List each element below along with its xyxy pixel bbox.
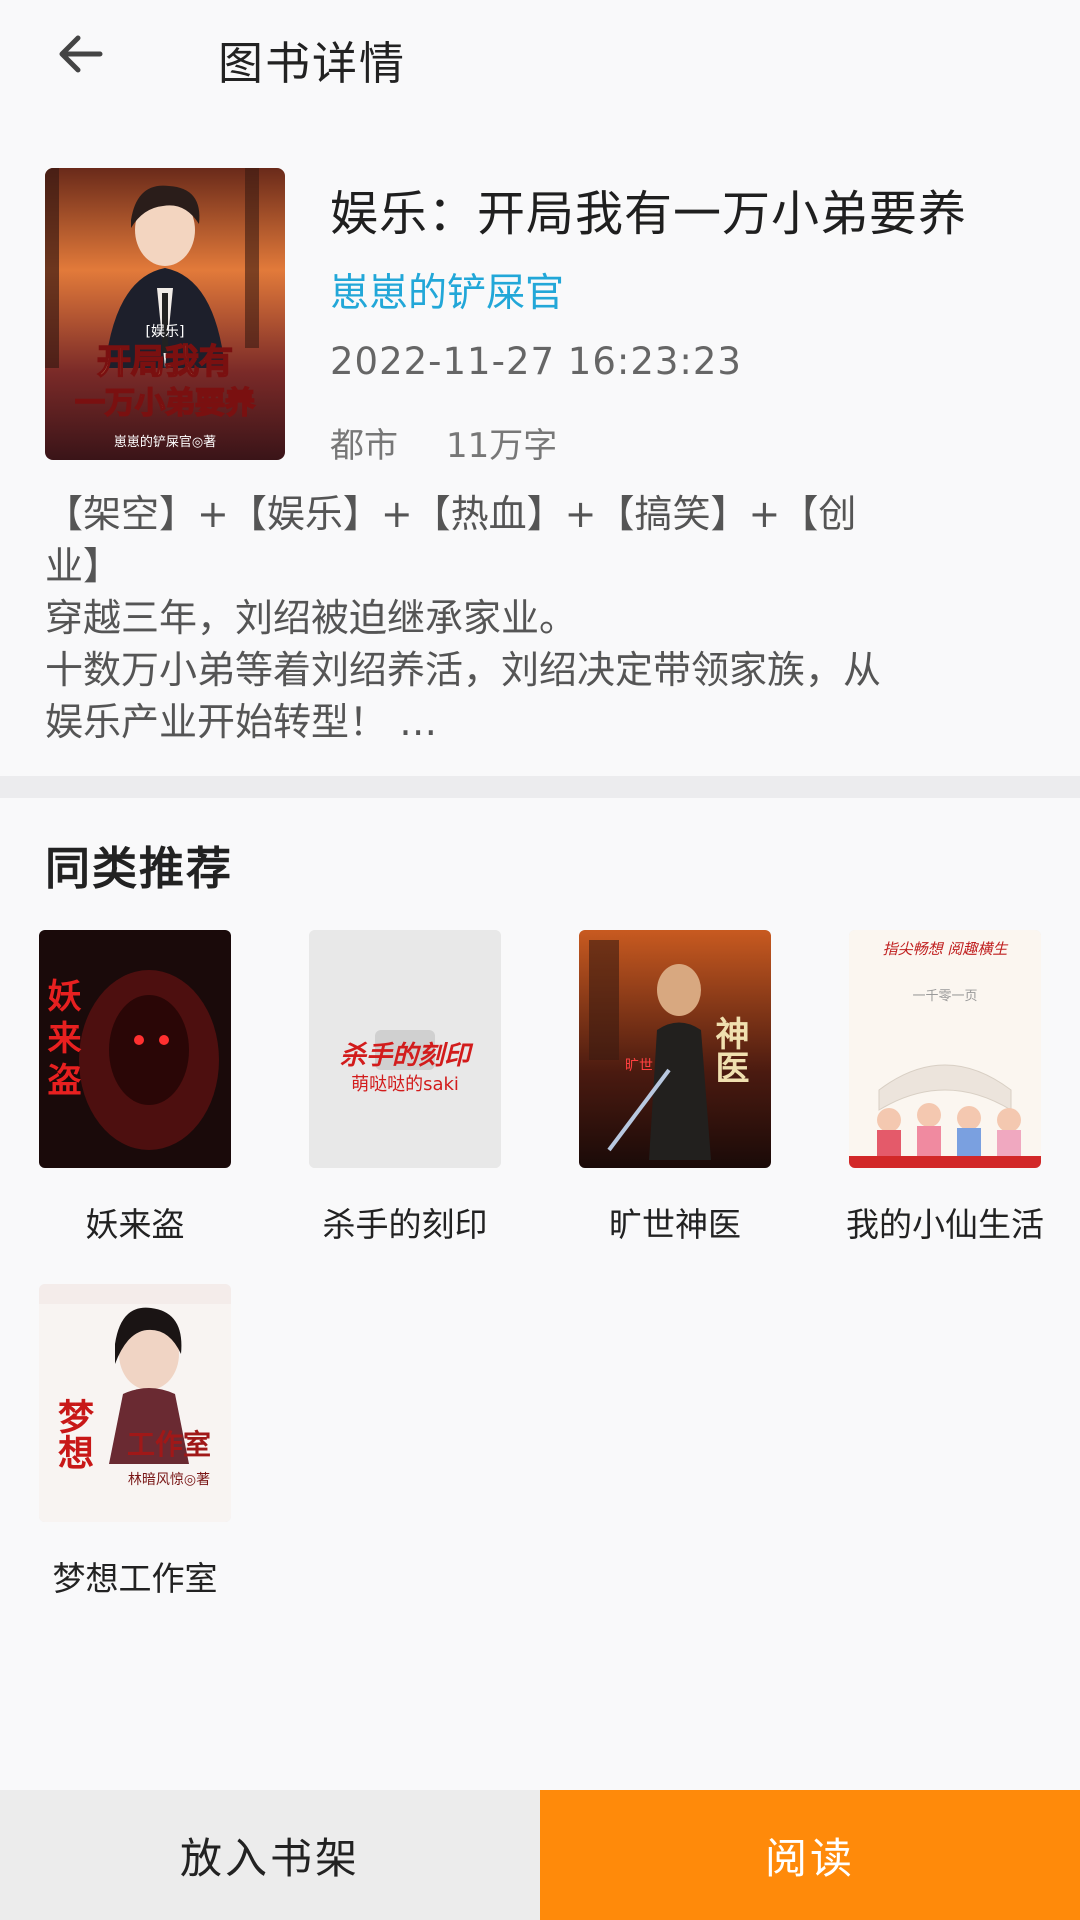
svg-text:旷世: 旷世 [625, 1058, 653, 1074]
recommend-item-shashou[interactable]: 杀手的刻印 萌哒哒的saki 杀手的刻印 [270, 930, 540, 1246]
recommend-title: 妖来盗 [85, 1205, 185, 1244]
synopsis-line: 【架空】+【娱乐】+【热血】+【搞笑】+【创 [45, 492, 857, 536]
svg-text:杀手的刻印: 杀手的刻印 [340, 1041, 474, 1071]
synopsis-line: 穿越三年，刘绍被迫继承家业。 [45, 596, 578, 640]
svg-text:指尖畅想 阅趣横生: 指尖畅想 阅趣横生 [883, 940, 1009, 958]
recommend-cover[interactable]: 杀手的刻印 萌哒哒的saki [309, 930, 501, 1168]
top-bar: 图书详情 [0, 0, 1080, 110]
recommend-title: 梦想工作室 [52, 1559, 218, 1598]
recommend-cover[interactable]: 工作室 梦想 林暗风惊◎著 [39, 1284, 231, 1522]
svg-text:神医: 神医 [709, 1016, 749, 1084]
read-button[interactable]: 阅读 [540, 1790, 1080, 1920]
synopsis-line: 业】 [45, 544, 122, 588]
recommend-item-mengxiang[interactable]: 工作室 梦想 林暗风惊◎著 梦想工作室 [0, 1284, 270, 1600]
category-label: 都市 [330, 426, 398, 466]
update-time: 2022-11-27 16:23:23 [330, 340, 742, 383]
svg-text:一万小弟要养: 一万小弟要养 [75, 386, 255, 421]
svg-text:崽崽的铲屎官◎著: 崽崽的铲屎官◎著 [114, 434, 216, 450]
recommend-cover[interactable]: 指尖畅想 阅趣横生 一千零一页 [849, 930, 1041, 1168]
recommend-cover[interactable]: 妖来盗 [39, 930, 231, 1168]
page-title: 图书详情 [218, 37, 407, 90]
recommend-item-yaolaidao[interactable]: 妖来盗 妖来盗 [0, 930, 270, 1246]
recommend-title: 杀手的刻印 [322, 1205, 488, 1244]
add-to-shelf-button[interactable]: 放入书架 [0, 1790, 540, 1920]
svg-text:工作室: 工作室 [127, 1428, 211, 1461]
recommend-cover[interactable]: 神医 旷世 [579, 930, 771, 1168]
synopsis-line: 娱乐产业开始转型！ … [45, 700, 438, 744]
svg-text:一千零一页: 一千零一页 [912, 989, 977, 1004]
svg-text:开局我有: 开局我有 [97, 342, 233, 382]
book-meta: 都市 11万字 [330, 418, 557, 467]
synopsis[interactable]: 【架空】+【娱乐】+【热血】+【搞笑】+【创 业】 穿越三年，刘绍被迫继承家业。… [45, 488, 1045, 748]
recommend-item-xiaoxian[interactable]: 指尖畅想 阅趣横生 一千零一页 我的小仙生活 [810, 930, 1080, 1246]
recommend-section-title: 同类推荐 [45, 842, 234, 895]
recommend-title: 我的小仙生活 [846, 1205, 1044, 1244]
section-divider [0, 776, 1080, 798]
svg-text:[娱乐]: [娱乐] [146, 324, 185, 340]
book-title: 娱乐：开局我有一万小弟要养 [330, 186, 968, 242]
svg-text:妖来盗: 妖来盗 [41, 978, 81, 1104]
svg-text:林暗风惊◎著: 林暗风惊◎著 [128, 1472, 210, 1488]
recommend-item-kuangshi[interactable]: 神医 旷世 旷世神医 [540, 930, 810, 1246]
book-author[interactable]: 崽崽的铲屎官 [330, 262, 564, 318]
bottom-action-bar: 放入书架 阅读 [0, 1790, 1080, 1920]
synopsis-line: 十数万小弟等着刘绍养活，刘绍决定带领家族，从 [45, 648, 882, 692]
svg-text:萌哒哒的saki: 萌哒哒的saki [351, 1074, 459, 1095]
book-cover: [娱乐] 开局我有 一万小弟要养 崽崽的铲屎官◎著 [45, 168, 285, 460]
recommend-title: 旷世神医 [609, 1205, 741, 1244]
word-count: 11万字 [446, 426, 558, 466]
back-arrow-icon[interactable] [52, 26, 116, 82]
svg-text:梦想: 梦想 [52, 1398, 94, 1470]
